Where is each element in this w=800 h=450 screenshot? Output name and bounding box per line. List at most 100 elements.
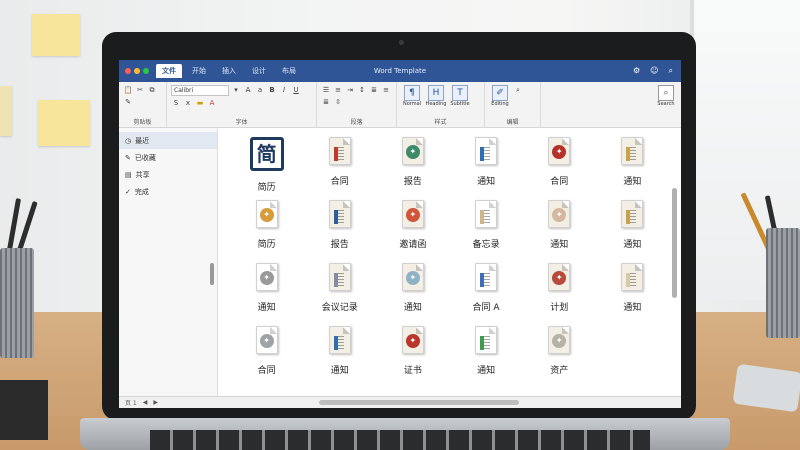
sidebar-item-label: 已收藏 <box>134 153 156 162</box>
bullets-icon[interactable]: ☰ <box>321 85 331 95</box>
template-item[interactable]: 通知 <box>596 134 669 197</box>
sidebar-scrollbar[interactable] <box>210 263 214 285</box>
template-item[interactable]: 通知 <box>449 134 522 197</box>
template-item[interactable]: ✦ 计划 <box>523 260 596 323</box>
search-label: Search <box>657 101 675 107</box>
maximize-icon[interactable] <box>143 68 149 74</box>
arrow-right-icon[interactable]: ▶ <box>153 399 158 406</box>
template-item[interactable]: 通知 <box>596 260 669 323</box>
ribbon-group-font: Calibri ▾ A a B I U S x ▬ A 字体 <box>167 82 317 127</box>
shrink-font-icon[interactable]: a <box>255 85 265 95</box>
font-size-icon[interactable]: ▾ <box>231 85 241 95</box>
template-item[interactable]: ✦ 报告 <box>376 134 449 197</box>
subscript-icon[interactable]: x <box>183 98 193 108</box>
certificate-icon: ✦ <box>401 326 424 354</box>
tab-layout[interactable]: 布局 <box>276 64 302 78</box>
cut-icon[interactable]: ✂ <box>135 85 145 95</box>
content-area: ◷ 最近 ✎ 已收藏 ▤ 共享 ✓ 完成 简简历 合同 ✦ 报告 通知 ✦ 合同 通知 ✦ 简历报… <box>119 128 681 396</box>
template-item[interactable]: 合同 <box>303 134 376 197</box>
template-item[interactable]: 合同 A <box>449 260 522 323</box>
minimize-icon[interactable] <box>134 68 140 74</box>
template-item[interactable]: ✦ 资产 <box>523 323 596 386</box>
tab-home[interactable]: 开始 <box>186 64 212 78</box>
highlight-icon[interactable]: ▬ <box>195 98 205 108</box>
template-label: 报告 <box>330 240 349 250</box>
template-item[interactable]: 备忘录 <box>449 197 522 260</box>
window-title: Word Template <box>373 67 427 75</box>
font-color-icon[interactable]: A <box>207 98 217 108</box>
bold-icon[interactable]: B <box>267 85 277 95</box>
template-item[interactable]: 通知 <box>449 323 522 386</box>
numbering-icon[interactable]: ≡ <box>333 85 343 95</box>
copy-icon[interactable]: ⧉ <box>147 85 157 95</box>
sidebar-item-recent[interactable]: ◷ 最近 <box>119 132 217 149</box>
horizontal-scrollbar[interactable] <box>319 400 519 405</box>
tab-file[interactable]: 文件 <box>156 64 182 78</box>
template-label: 通知 <box>623 303 642 313</box>
ribbon-group-label: 编辑 <box>506 119 519 126</box>
tab-insert[interactable]: 插入 <box>216 64 242 78</box>
user-icon[interactable]: ☺ <box>650 66 658 76</box>
italic-icon[interactable]: I <box>279 85 289 95</box>
close-icon[interactable] <box>125 68 131 74</box>
tab-design[interactable]: 设计 <box>246 64 272 78</box>
ribbon-group-clipboard: 📋 ✂ ⧉ ✎ 剪贴板 <box>119 82 167 127</box>
paste-icon[interactable]: 📋 <box>123 85 133 95</box>
share-icon[interactable]: ⚙ <box>633 66 640 76</box>
sidebar-item-favorites[interactable]: ✎ 已收藏 <box>119 149 217 166</box>
template-item[interactable]: ✦ 合同 <box>523 134 596 197</box>
template-item[interactable]: ✦ 简历 <box>230 197 303 260</box>
sidebar-item-shared[interactable]: ▤ 共享 <box>119 166 217 183</box>
align-right-icon[interactable]: ≣ <box>321 97 331 107</box>
template-item[interactable]: ✦ 合同 <box>230 323 303 386</box>
format-painter-icon[interactable]: ✎ <box>123 97 133 107</box>
document-icon: ▤ <box>125 170 132 179</box>
template-item[interactable]: ✦ 通知 <box>376 260 449 323</box>
notice-icon <box>328 326 351 354</box>
template-item[interactable]: ✦ 通知 <box>230 260 303 323</box>
style-heading-button[interactable]: H Heading <box>425 85 447 107</box>
search-icon[interactable]: ⌕ <box>669 66 673 76</box>
template-item[interactable]: ✦ 证书 <box>376 323 449 386</box>
contract-icon: ✦ <box>548 137 571 165</box>
align-left-icon[interactable]: ≣ <box>369 85 379 95</box>
template-item[interactable]: ✦ 通知 <box>523 197 596 260</box>
template-item[interactable]: 会议记录 <box>303 260 376 323</box>
font-name-select[interactable]: Calibri <box>171 85 229 96</box>
contract-icon: ✦ <box>255 326 278 354</box>
template-label: 合同 <box>257 366 276 376</box>
title-bar: 文件 开始 插入 设计 布局 Word Template ⚙ ☺ ⌕ <box>119 60 681 82</box>
sidebar-item-done[interactable]: ✓ 完成 <box>119 183 217 200</box>
template-item[interactable]: 简简历 <box>230 134 303 197</box>
status-bar: 页 1 ◀ ▶ <box>119 396 681 408</box>
arrow-left-icon[interactable]: ◀ <box>143 399 148 406</box>
template-label: 资产 <box>550 366 569 376</box>
align-center-icon[interactable]: ≡ <box>381 85 391 95</box>
search-button[interactable]: ⌕ Search <box>655 85 677 107</box>
template-item[interactable]: ✦ 邀请函 <box>376 197 449 260</box>
template-item[interactable]: 通知 <box>303 323 376 386</box>
template-item[interactable]: 通知 <box>596 197 669 260</box>
sticky-note <box>38 100 90 146</box>
style-icon: H <box>428 85 444 101</box>
style-normal-button[interactable]: ¶ Normal <box>401 85 423 107</box>
strike-icon[interactable]: S <box>171 98 181 108</box>
notice-icon <box>621 263 644 291</box>
asset-icon: ✦ <box>548 326 571 354</box>
style-subtitle-button[interactable]: T Subtitle <box>449 85 471 107</box>
grid-scrollbar[interactable] <box>672 188 677 298</box>
indent-icon[interactable]: ⇥ <box>345 85 355 95</box>
grow-font-icon[interactable]: A <box>243 85 253 95</box>
underline-icon[interactable]: U <box>291 85 301 95</box>
line-spacing-icon[interactable]: ⇳ <box>333 97 343 107</box>
template-label: 通知 <box>403 303 422 313</box>
editing-button[interactable]: ✐ Editing <box>489 85 511 107</box>
template-grid: 简简历 合同 ✦ 报告 通知 ✦ 合同 通知 ✦ 简历 报告 ✦ 邀请函 备忘录 ✦ 通知 通知 ✦ 通知 会议记录 ✦… <box>218 128 681 396</box>
template-item[interactable]: 报告 <box>303 197 376 260</box>
notice-icon: ✦ <box>548 200 571 228</box>
find-icon[interactable]: ⌕ <box>513 85 523 95</box>
style-icon: T <box>452 85 468 101</box>
sort-icon[interactable]: ↕ <box>357 85 367 95</box>
notice-icon <box>475 326 498 354</box>
template-label: 报告 <box>403 177 422 187</box>
